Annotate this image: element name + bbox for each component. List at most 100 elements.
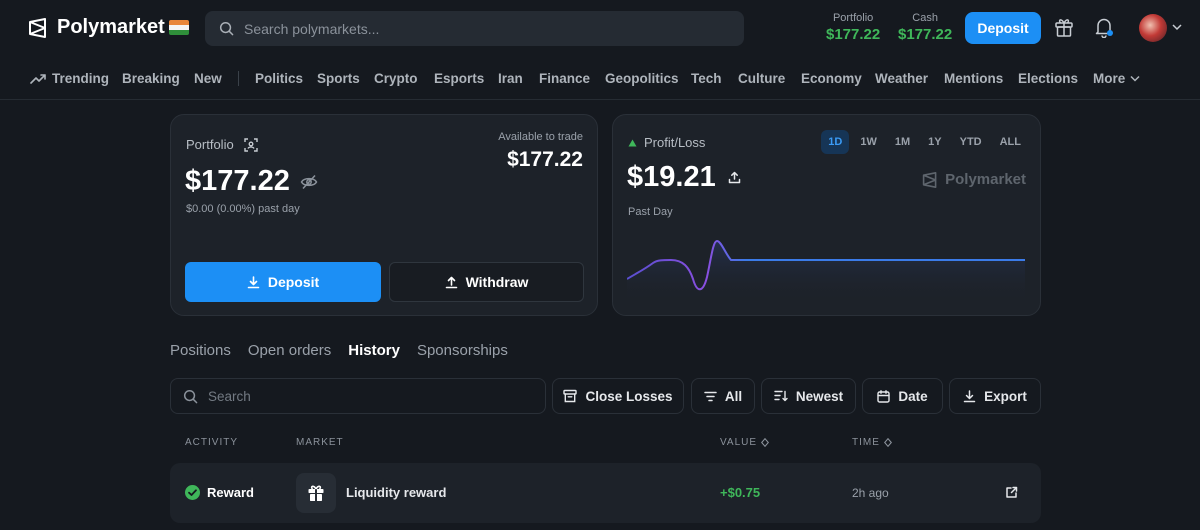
search-icon [183, 389, 198, 403]
chevron-down-icon [1130, 75, 1140, 82]
sort-newest-button[interactable]: Newest [761, 378, 856, 414]
search-input[interactable] [244, 20, 724, 37]
range-1w[interactable]: 1W [853, 130, 884, 154]
available-to-trade-value: $177.22 [507, 148, 583, 171]
category-iran[interactable]: Iran [498, 71, 523, 86]
calendar-icon [877, 389, 891, 403]
profit-loss-period: Past Day [628, 206, 673, 218]
polymarket-watermark: Polymarket [922, 171, 1026, 188]
brand-name: Polymarket [57, 16, 165, 38]
category-elections[interactable]: Elections [1018, 71, 1078, 86]
sort-newest-label: Newest [795, 388, 844, 404]
eye-off-icon[interactable] [300, 174, 318, 190]
triangle-up-icon [628, 139, 637, 146]
category-weather[interactable]: Weather [875, 71, 928, 86]
watermark-text: Polymarket [945, 171, 1026, 188]
search-bar[interactable] [205, 11, 744, 46]
portfolio-balance[interactable]: Portfolio $177.22 [826, 12, 880, 43]
cash-balance[interactable]: Cash $177.22 [898, 12, 952, 43]
portfolio-label: Portfolio [186, 137, 234, 152]
range-1y[interactable]: 1Y [921, 130, 948, 154]
profit-loss-label: Profit/Loss [644, 135, 706, 150]
external-link-icon[interactable] [1005, 486, 1018, 499]
column-header-value[interactable]: VALUE [720, 437, 770, 448]
column-header-time-label: TIME [852, 437, 880, 448]
scan-icon[interactable] [244, 137, 258, 152]
close-losses-button[interactable]: Close Losses [552, 378, 684, 414]
category-culture[interactable]: Culture [738, 71, 785, 86]
sparkline-area [627, 241, 1025, 303]
column-header-market: MARKET [296, 437, 344, 448]
share-icon[interactable] [728, 171, 741, 184]
avatar[interactable] [1139, 14, 1167, 42]
portfolio-header: Portfolio [186, 137, 258, 152]
category-crypto[interactable]: Crypto [374, 71, 418, 86]
download-icon [963, 389, 976, 402]
portfolio-value: $177.22 [185, 165, 318, 198]
category-tech[interactable]: Tech [691, 71, 722, 86]
sort-diamond-icon [883, 438, 892, 447]
category-new[interactable]: New [194, 71, 222, 86]
gift-icon [308, 485, 324, 501]
profit-loss-value: $19.21 [627, 161, 741, 194]
category-finance[interactable]: Finance [539, 71, 590, 86]
category-esports[interactable]: Esports [434, 71, 484, 86]
sort-diamond-icon [761, 438, 770, 447]
deposit-label: Deposit [267, 274, 320, 290]
tab-open-orders[interactable]: Open orders [248, 342, 331, 359]
cash-balance-value: $177.22 [898, 26, 953, 43]
column-header-activity: ACTIVITY [185, 437, 239, 448]
tab-history[interactable]: History [348, 342, 400, 359]
category-nav: Trending Breaking New Politics Sports Cr… [0, 56, 1200, 100]
polymarket-logo-icon [922, 171, 937, 188]
filter-icon [704, 391, 717, 401]
export-label: Export [984, 388, 1027, 404]
range-1m[interactable]: 1M [888, 130, 917, 154]
value-cell: +$0.75 [720, 485, 761, 500]
range-ytd[interactable]: YTD [953, 130, 989, 154]
withdraw-button[interactable]: Withdraw [389, 262, 584, 302]
range-all[interactable]: ALL [993, 130, 1028, 154]
profit-loss-card: Profit/Loss 1D 1W 1M 1Y YTD ALL $19.21 P… [612, 114, 1041, 316]
header-deposit-button[interactable]: Deposit [965, 12, 1041, 44]
category-politics[interactable]: Politics [255, 71, 303, 86]
sort-icon [774, 390, 788, 402]
category-economy[interactable]: Economy [801, 71, 862, 86]
filter-all-button[interactable]: All [691, 378, 755, 414]
range-1d[interactable]: 1D [821, 130, 850, 154]
chevron-down-icon[interactable] [1172, 23, 1182, 31]
category-divider [238, 71, 239, 86]
deposit-button[interactable]: Deposit [185, 262, 381, 302]
polymarket-logo[interactable]: Polymarket [28, 16, 165, 39]
category-trending[interactable]: Trending [30, 71, 109, 86]
export-button[interactable]: Export [949, 378, 1041, 414]
top-bar: Polymarket Portfolio $177.22 Cash $177.2… [0, 0, 1200, 56]
category-sports[interactable]: Sports [317, 71, 360, 86]
portfolio-balance-label: Portfolio [832, 12, 874, 24]
portfolio-amount: $177.22 [185, 165, 290, 197]
check-circle-icon [185, 485, 200, 500]
tab-sponsorships[interactable]: Sponsorships [417, 342, 508, 359]
category-geopolitics[interactable]: Geopolitics [605, 71, 679, 86]
category-breaking[interactable]: Breaking [122, 71, 180, 86]
history-search-input[interactable] [208, 388, 508, 404]
close-losses-label: Close Losses [585, 388, 673, 404]
table-row[interactable]: Reward Liquidity reward +$0.75 2h ago [170, 463, 1041, 523]
category-more[interactable]: More [1093, 71, 1140, 86]
column-header-time[interactable]: TIME [852, 437, 892, 448]
date-filter-label: Date [898, 388, 928, 404]
activity-cell: Reward [185, 485, 254, 500]
portfolio-card: Portfolio $177.22 $0.00 (0.00%) past day… [170, 114, 598, 316]
portfolio-balance-value: $177.22 [826, 26, 881, 43]
market-name[interactable]: Liquidity reward [346, 485, 446, 500]
category-mentions[interactable]: Mentions [944, 71, 1003, 86]
portfolio-tabs: Positions Open orders History Sponsorshi… [170, 342, 508, 359]
portfolio-change: $0.00 (0.00%) past day [186, 203, 300, 215]
india-flag-icon [169, 20, 189, 35]
tab-positions[interactable]: Positions [170, 342, 231, 359]
gift-icon[interactable] [1054, 16, 1074, 38]
history-search[interactable] [170, 378, 546, 414]
withdraw-label: Withdraw [465, 274, 529, 290]
date-filter-button[interactable]: Date [862, 378, 943, 414]
category-more-label: More [1093, 71, 1126, 86]
